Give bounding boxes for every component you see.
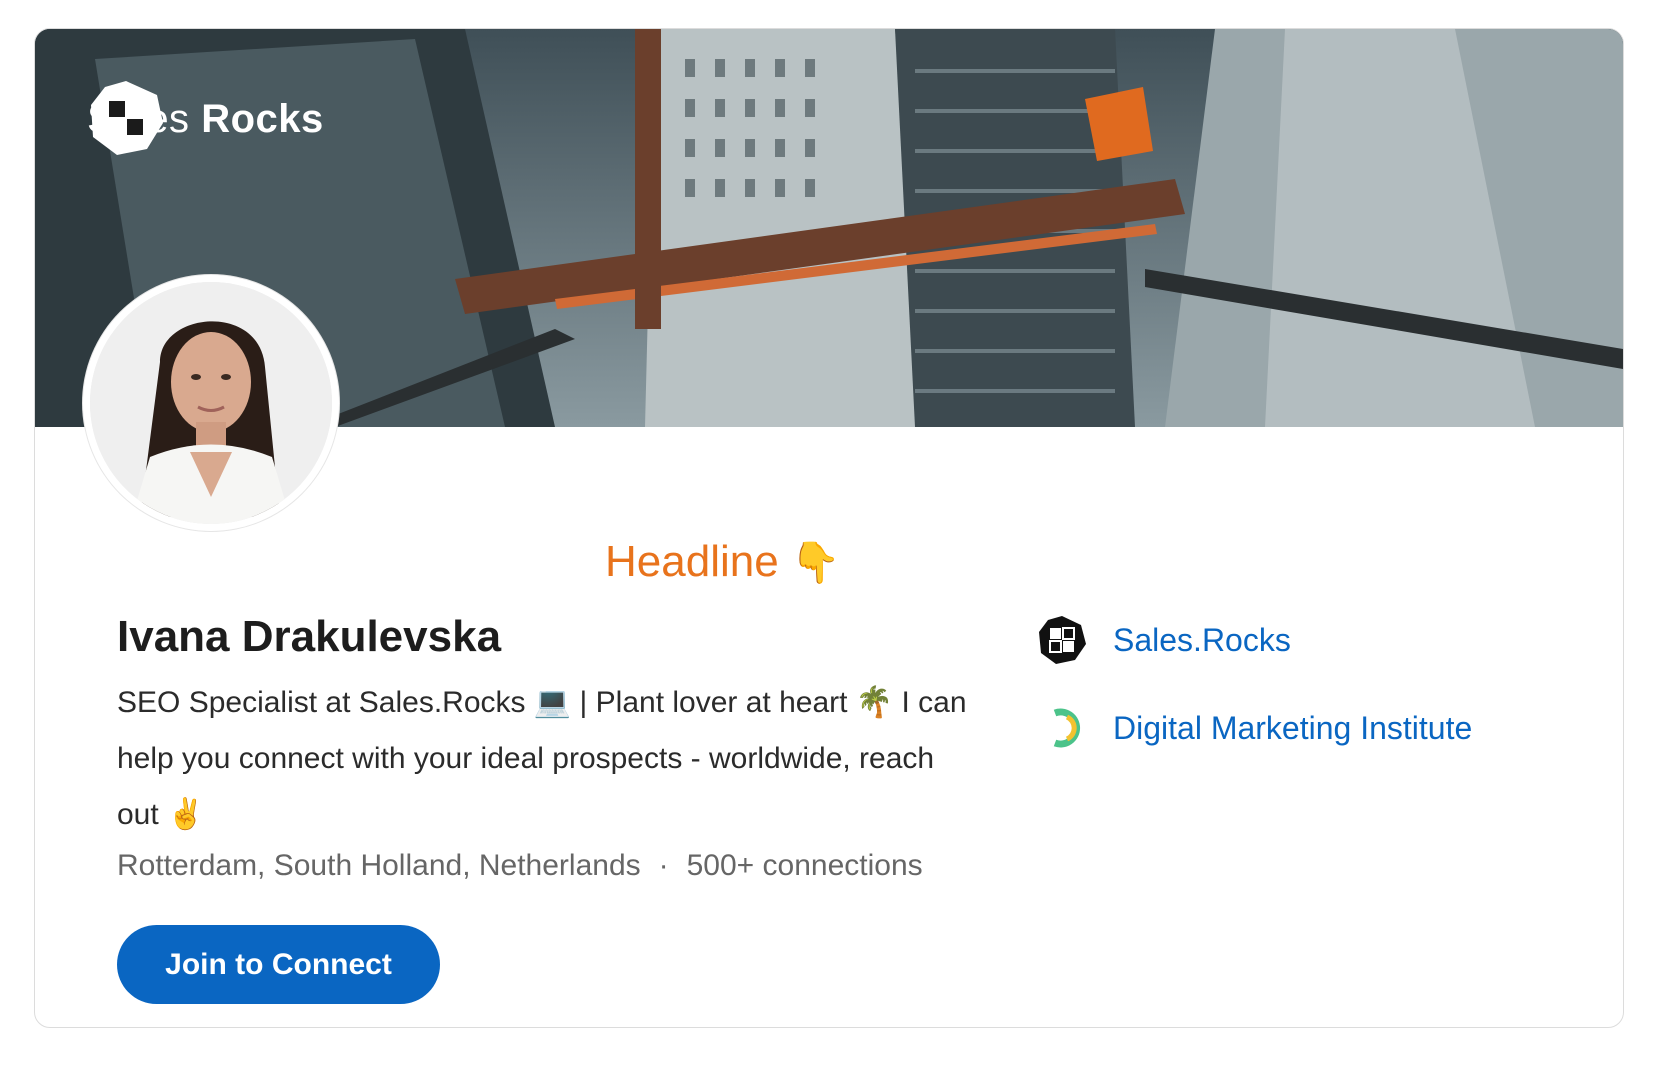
avatar[interactable] xyxy=(83,275,339,531)
profile-card: Sales Rocks Headline xyxy=(34,28,1624,1028)
location: Rotterdam, South Holland, Netherlands xyxy=(117,849,641,882)
annotation-label: Headline xyxy=(605,537,779,586)
digital-marketing-institute-icon xyxy=(1053,708,1080,748)
side-item-label[interactable]: Sales.Rocks xyxy=(1113,622,1291,659)
profile-photo xyxy=(90,282,332,524)
profile-name: Ivana Drakulevska xyxy=(117,612,502,661)
experience-education-list: Sales.Rocks Digital Marketing Institute xyxy=(1037,612,1472,788)
headline-annotation: Headline 👇 xyxy=(605,537,841,587)
side-item-label[interactable]: Digital Marketing Institute xyxy=(1113,710,1472,747)
sales-rocks-logo-icon xyxy=(91,81,163,155)
brand-logo: Sales Rocks xyxy=(87,79,324,159)
sales-rocks-company-icon xyxy=(1039,616,1086,664)
side-item-digital-marketing-institute[interactable]: Digital Marketing Institute xyxy=(1037,700,1472,756)
meta-separator: · xyxy=(658,849,669,882)
side-item-sales-rocks[interactable]: Sales.Rocks xyxy=(1037,612,1472,668)
profile-meta: Rotterdam, South Holland, Netherlands · … xyxy=(117,849,923,883)
pointing-down-hand-icon: 👇 xyxy=(790,540,841,585)
profile-headline: SEO Specialist at Sales.Rocks 💻 | Plant … xyxy=(117,686,967,831)
connections-count: 500+ connections xyxy=(686,849,923,882)
join-to-connect-button[interactable]: Join to Connect xyxy=(117,925,440,1004)
